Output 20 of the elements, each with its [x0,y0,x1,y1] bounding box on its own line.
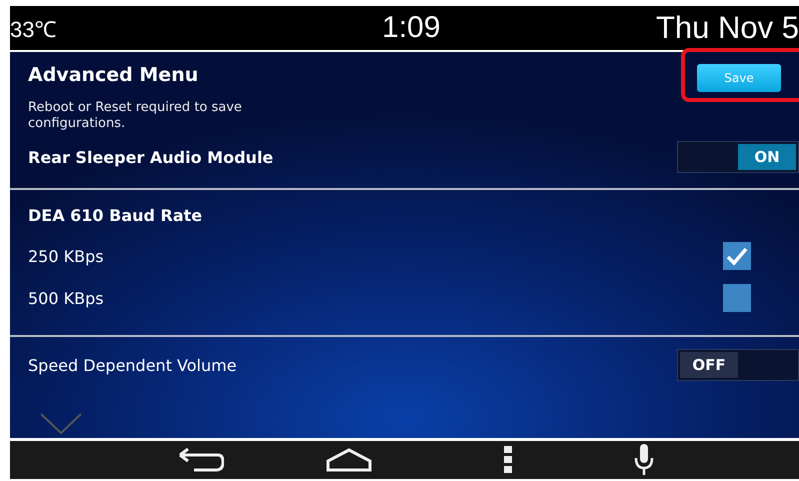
menu-title: Advanced Menu [28,64,200,86]
group-title: DEA 610 Baud Rate [28,206,204,225]
clock-time: 1:09 [382,11,440,45]
toggle-switch[interactable]: ON [677,141,799,173]
note-text: Reboot or Reset required to save configurations. [28,100,243,132]
toggle-knob: ON [738,144,796,170]
checkbox[interactable] [723,284,751,312]
home-icon[interactable] [326,448,372,472]
option-label: 500 KBps [28,288,104,308]
option-label: 250 KBps [28,246,104,266]
microphone-icon[interactable] [634,444,654,476]
back-icon[interactable] [178,447,224,473]
setting-label: Speed Dependent Volume [28,356,237,374]
checkbox[interactable] [723,242,751,270]
date: Thu Nov 5 [656,10,799,46]
toggle-knob: OFF [680,352,738,378]
temperature: 33℃ [10,16,56,43]
toggle-switch[interactable]: OFF [677,349,799,381]
menu-icon[interactable] [504,446,512,474]
setting-label: Rear Sleeper Audio Module [28,148,274,166]
